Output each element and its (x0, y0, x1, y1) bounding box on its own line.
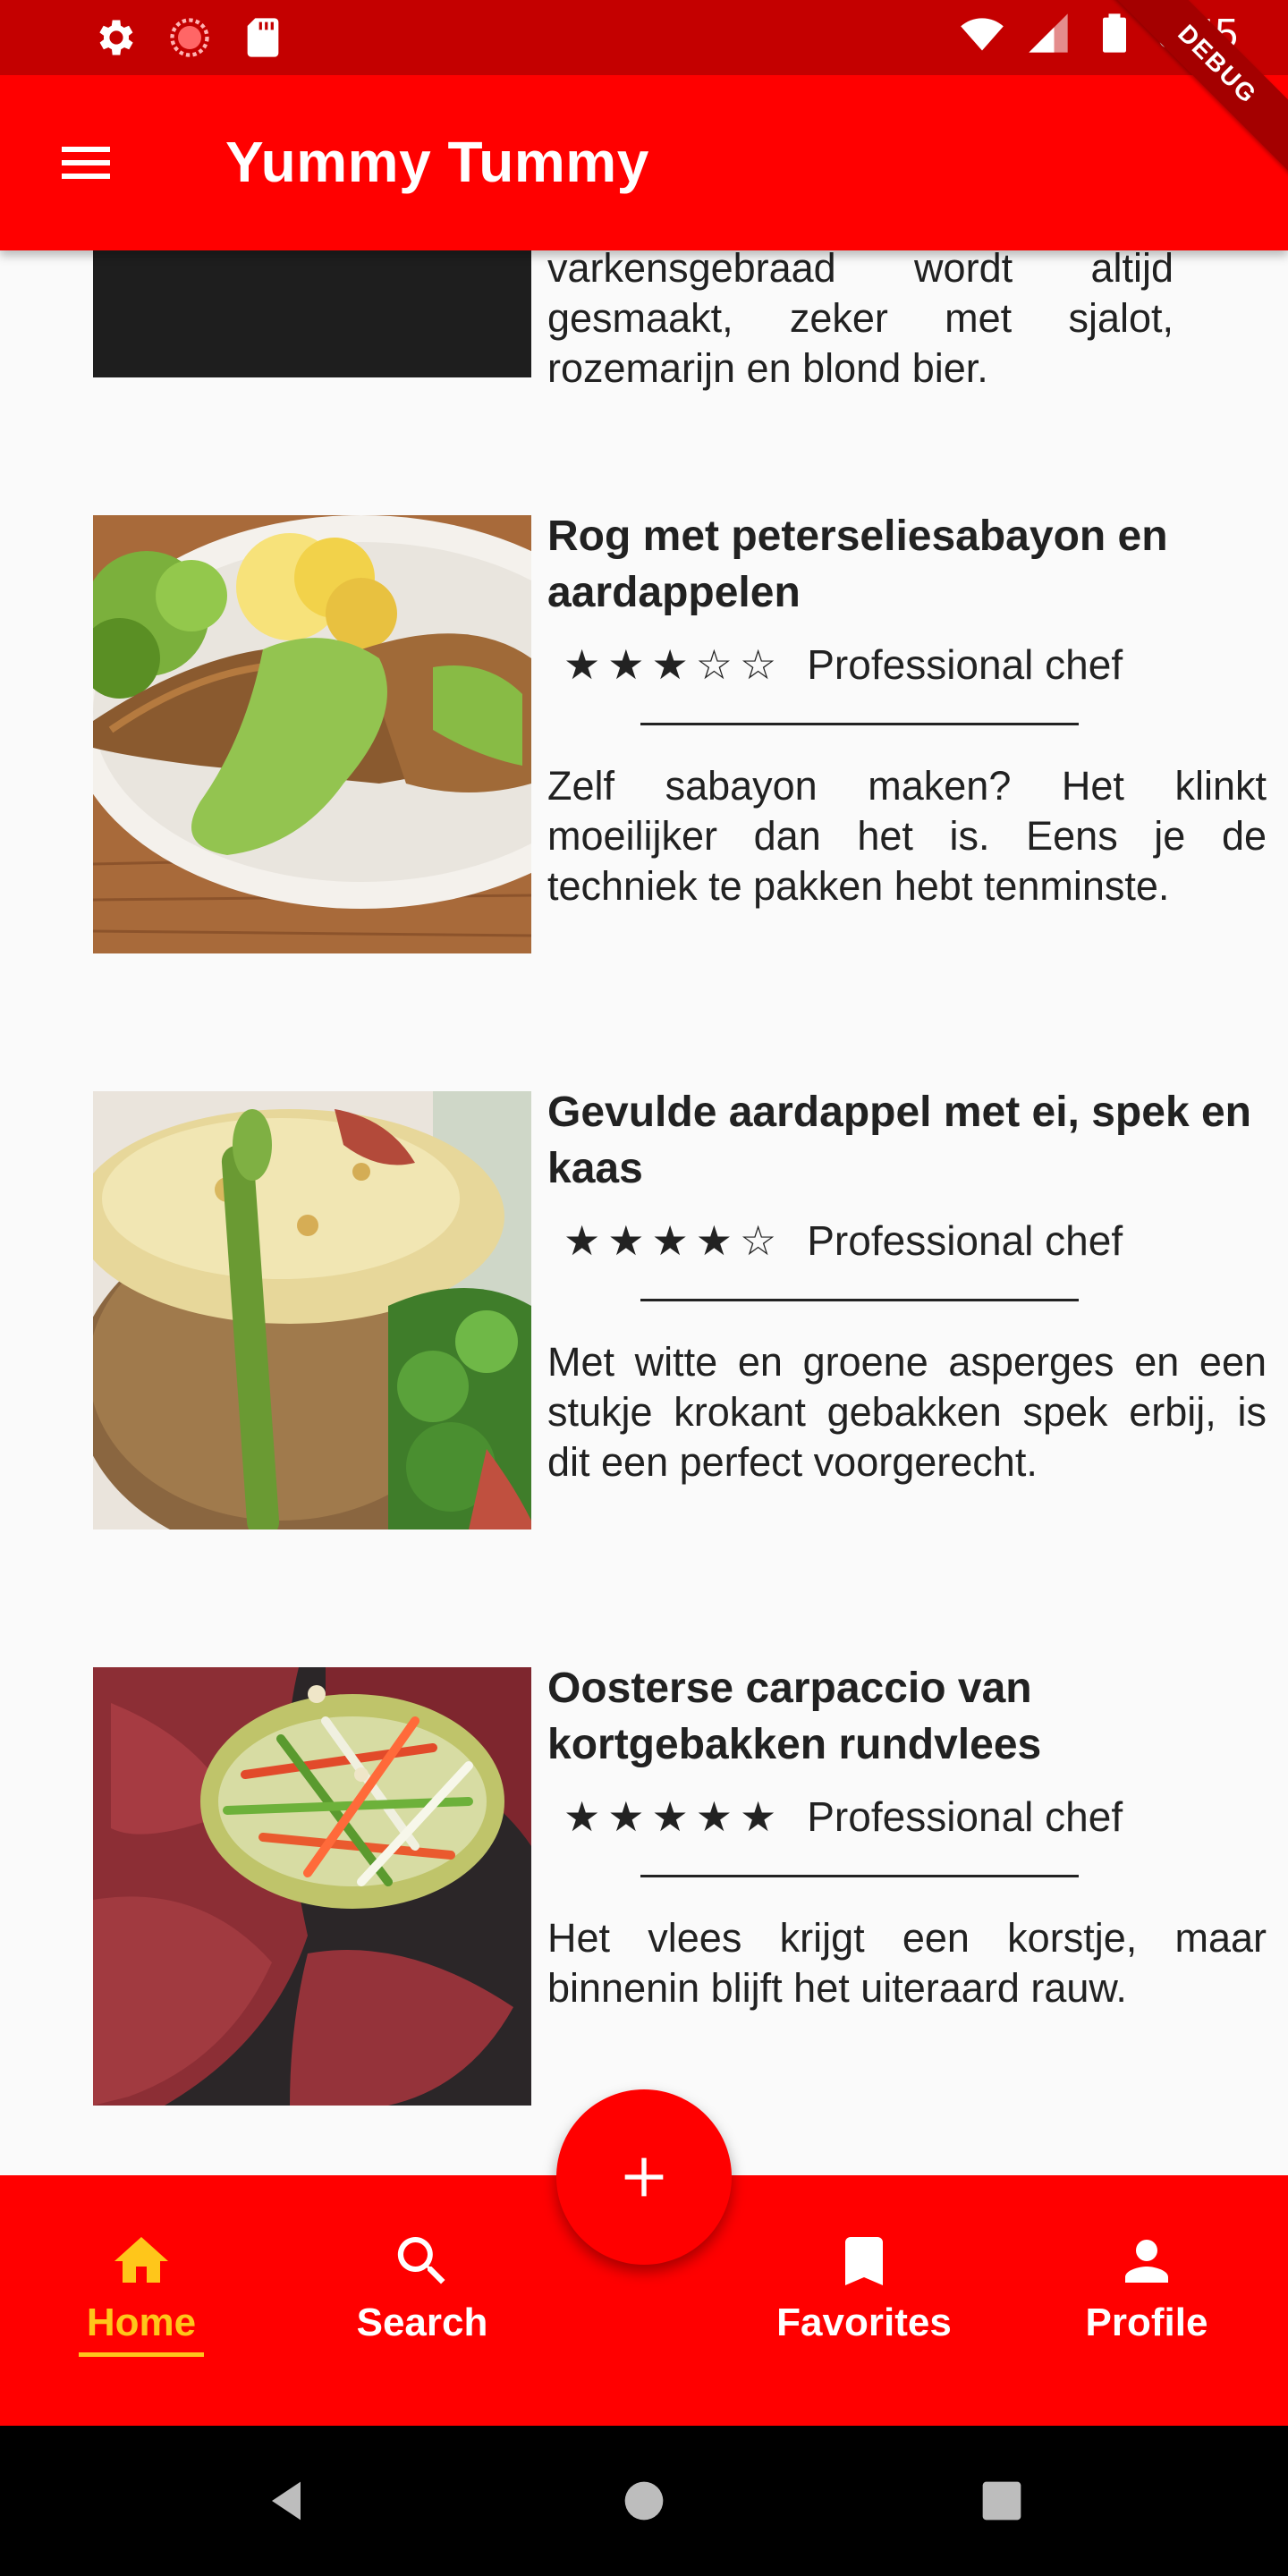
star-filled-icon: ★ (564, 1217, 601, 1264)
star-outline-icon: ☆ (740, 641, 777, 688)
recipe-description: Het vlees krijgt een korstje, maar binne… (547, 1915, 1267, 2011)
nav-label: Favorites (776, 2301, 952, 2344)
bookmark-icon (845, 2237, 883, 2285)
nav-label: Profile (1085, 2301, 1208, 2344)
rating-row: ★ ★ ★ ☆ ☆ Professional chef (547, 633, 1267, 696)
search-icon (397, 2237, 445, 2284)
sd-card-icon (247, 18, 279, 57)
recipe-author: Professional chef (807, 1217, 1123, 1264)
plus-icon (624, 2157, 664, 2197)
add-recipe-button[interactable] (556, 2089, 732, 2265)
star-filled-icon: ★ (740, 1793, 777, 1840)
star-filled-icon: ★ (651, 641, 689, 688)
recipe-image[interactable] (93, 1091, 531, 1530)
star-filled-icon: ★ (651, 1217, 689, 1264)
recipe-title[interactable]: Oosterse carpaccio van kortgebakken rund… (547, 1660, 1267, 1773)
recipe-description: Zelf sabayon maken? Het klinkt moeilijke… (547, 763, 1267, 909)
nav-search[interactable]: Search (315, 2229, 530, 2345)
status-bar: 3:45 (0, 0, 1288, 75)
circle-progress-icon (170, 18, 209, 57)
star-filled-icon: ★ (607, 1217, 645, 1264)
app-title: Yummy Tummy (225, 130, 649, 194)
star-rating: ★ ★ ★ ★ ☆ (564, 1220, 776, 1261)
recipe-author: Professional chef (807, 641, 1123, 688)
nav-home[interactable]: Home (34, 2229, 249, 2357)
nav-profile[interactable]: Profile (1039, 2229, 1254, 2345)
system-navigation-bar (0, 2426, 1288, 2576)
recipe-text: Rog met peterseliesabayon en aardappelen… (547, 508, 1267, 911)
star-filled-icon: ★ (607, 1793, 645, 1840)
back-icon[interactable] (258, 2472, 315, 2529)
rating-row: ★ ★ ★ ★ ★ Professional chef (547, 1785, 1267, 1848)
battery-icon (1103, 13, 1127, 53)
home-circle-icon[interactable] (615, 2472, 673, 2529)
star-filled-icon: ★ (564, 1793, 601, 1840)
recents-icon[interactable] (973, 2472, 1030, 2529)
star-filled-icon: ★ (564, 641, 601, 688)
settings-gear-icon (99, 20, 133, 55)
divider (640, 723, 1079, 725)
recipe-author: Professional chef (807, 1793, 1123, 1840)
recipe-title[interactable]: Gevulde aardappel met ei, spek en kaas (547, 1084, 1267, 1197)
recipe-image[interactable] (93, 515, 531, 953)
rating-row: ★ ★ ★ ★ ☆ Professional chef (547, 1209, 1267, 1272)
recipe-description: varkensgebraad wordt altijd gesmaakt, ze… (547, 250, 1174, 391)
app-bar: Yummy Tummy (0, 75, 1288, 250)
home-icon (114, 2237, 168, 2283)
star-rating: ★ ★ ★ ☆ ☆ (564, 644, 776, 685)
recipe-image[interactable] (93, 250, 531, 377)
person-icon (1125, 2240, 1168, 2283)
recipe-text: Oosterse carpaccio van kortgebakken rund… (547, 1660, 1267, 2013)
recipe-image[interactable] (93, 1667, 531, 2106)
cell-signal-icon (1029, 13, 1069, 53)
active-indicator (79, 2352, 204, 2357)
nav-label: Home (86, 2301, 197, 2344)
star-filled-icon: ★ (695, 1793, 733, 1840)
star-filled-icon: ★ (695, 1217, 733, 1264)
star-filled-icon: ★ (651, 1793, 689, 1840)
star-filled-icon: ★ (607, 641, 645, 688)
recipe-title[interactable]: Rog met peterseliesabayon en aardappelen (547, 508, 1267, 621)
recipe-description: Met witte en groene asperges en een stuk… (547, 1339, 1267, 1485)
nav-favorites[interactable]: Favorites (757, 2229, 971, 2345)
star-outline-icon: ☆ (740, 1217, 777, 1264)
wifi-icon (961, 18, 1004, 51)
recipe-list[interactable]: varkensgebraad wordt altijd gesmaakt, ze… (0, 250, 1288, 2175)
star-rating: ★ ★ ★ ★ ★ (564, 1796, 776, 1837)
nav-label: Search (356, 2301, 488, 2344)
star-outline-icon: ☆ (695, 641, 733, 688)
recipe-text: Gevulde aardappel met ei, spek en kaas ★… (547, 1084, 1267, 1487)
divider (640, 1299, 1079, 1301)
divider (640, 1875, 1079, 1877)
hamburger-menu-icon[interactable] (54, 131, 118, 195)
